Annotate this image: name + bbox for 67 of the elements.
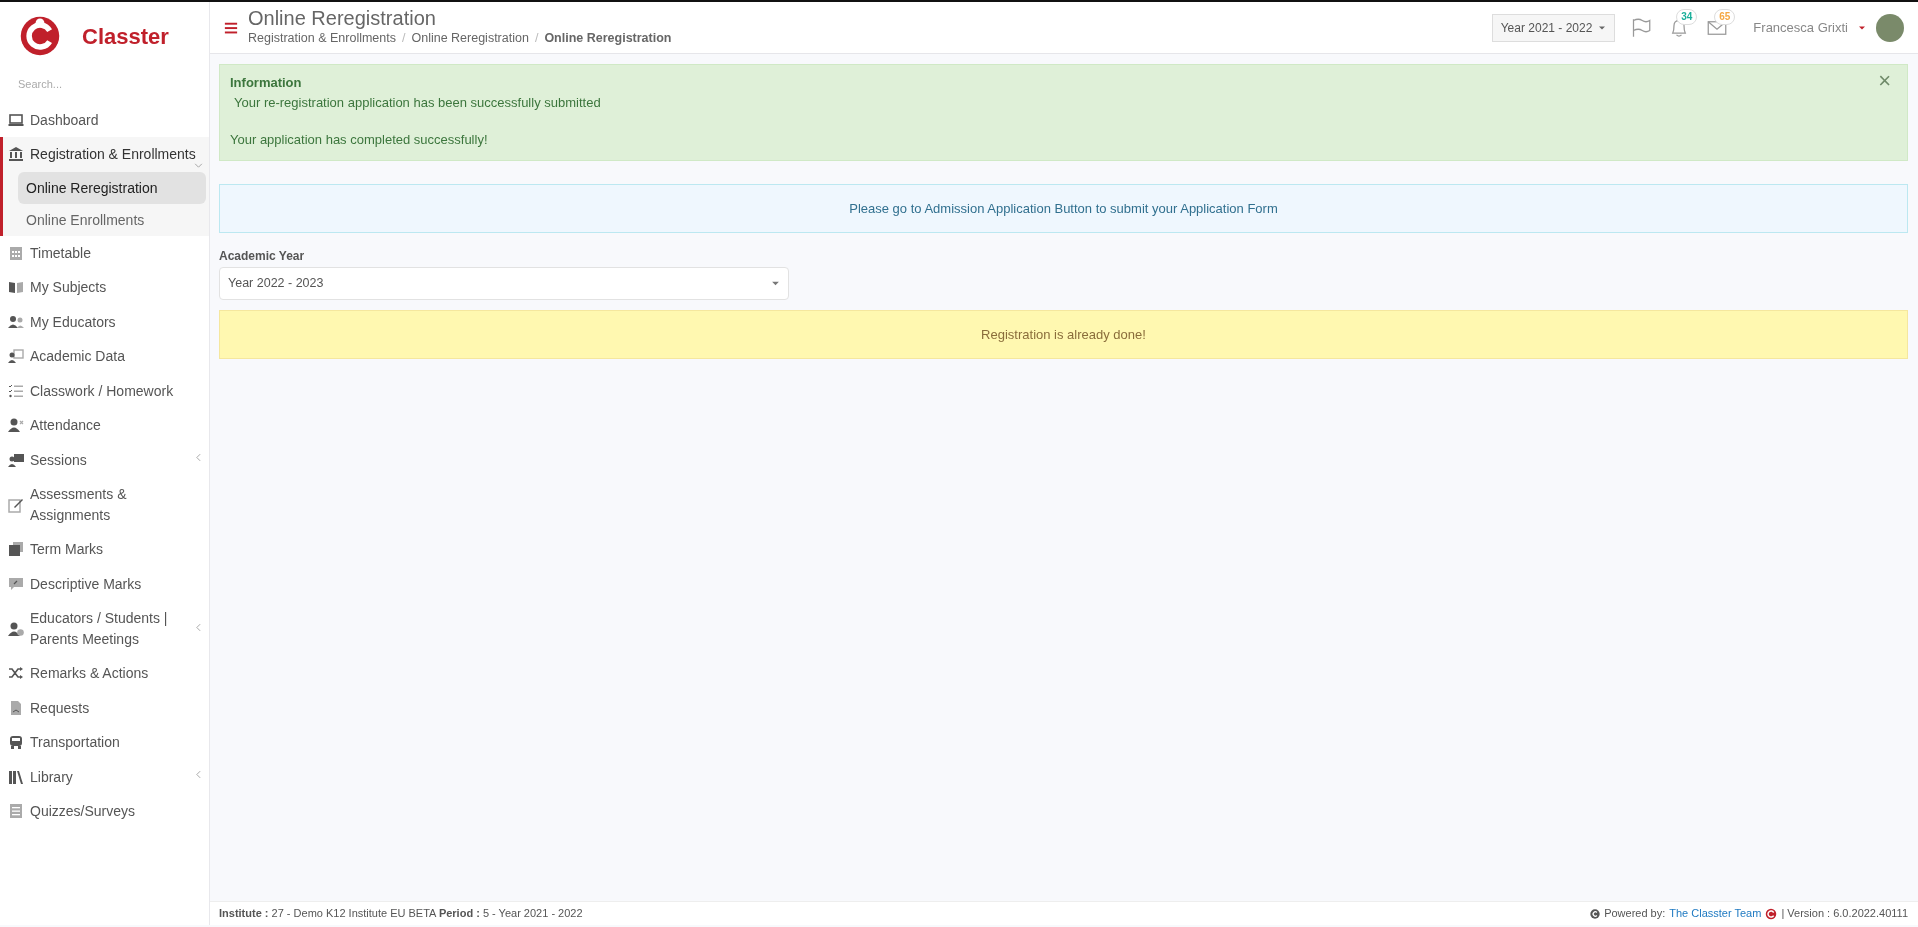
- person-icon: [8, 417, 24, 434]
- alert-title: Information: [230, 75, 302, 90]
- checklist-icon: [8, 382, 24, 399]
- sidebar-item[interactable]: Transportation: [0, 725, 209, 760]
- search-field[interactable]: Search...: [0, 60, 209, 103]
- sidebar-item[interactable]: Attendance: [0, 408, 209, 443]
- presentation-icon: [8, 451, 24, 468]
- sidebar-item[interactable]: Quizzes/Surveys: [0, 794, 209, 829]
- list-icon: [8, 803, 24, 820]
- presentation-icon: [8, 348, 24, 365]
- breadcrumb-item[interactable]: Registration & Enrollments: [248, 29, 396, 48]
- sidebar-item[interactable]: Requests: [0, 690, 209, 725]
- brand-name: Classter: [82, 22, 169, 51]
- book-icon: [8, 279, 24, 296]
- sidebar-item[interactable]: Assessments & Assignments: [0, 477, 209, 532]
- logo-icon: [18, 14, 62, 58]
- sidebar-item[interactable]: Classwork / Homework: [0, 373, 209, 408]
- sidebar-item[interactable]: Dashboard: [0, 102, 209, 137]
- notification-count: 34: [1676, 9, 1698, 26]
- sidebar-item[interactable]: My Subjects: [0, 270, 209, 305]
- notification-count: 65: [1714, 9, 1736, 26]
- pencil-square-icon: [8, 496, 24, 513]
- year-selector[interactable]: Year 2021 - 2022: [1491, 13, 1616, 42]
- sidebar-item[interactable]: Educators / Students | Parents Meetings: [0, 601, 209, 656]
- document-icon: [8, 699, 24, 716]
- powered-by-text: Powered by:: [1604, 906, 1666, 922]
- breadcrumb-separator: /: [402, 30, 406, 48]
- copyright-icon: [1590, 908, 1601, 919]
- team-link[interactable]: The Classter Team: [1669, 905, 1762, 922]
- alert-message: Your re-registration application has been successfully submitted: [234, 94, 601, 110]
- sidebar-item[interactable]: Descriptive Marks: [0, 566, 209, 601]
- sidebar-item[interactable]: My Educators: [0, 304, 209, 339]
- breadcrumb-separator: /: [534, 30, 539, 48]
- sidebar-item[interactable]: Registration & Enrollments: [3, 137, 209, 172]
- footer-info: Institute : 27 - Demo K12 Institute EU BETA Period : 5 - Year 2021 - 2022: [219, 906, 583, 922]
- books-icon: [8, 768, 24, 785]
- academic-year-select[interactable]: Year 2022 - 2023: [219, 267, 789, 300]
- version-text: | Version : 6.0.2022.40111: [1781, 906, 1908, 922]
- laptop-icon: [8, 111, 24, 128]
- info-alert: Please go to Admission Application Button to submit your Application Form: [219, 183, 1908, 233]
- breadcrumb-item: Online Reregistration: [544, 30, 672, 48]
- people-icon: [8, 313, 24, 330]
- submenu-item[interactable]: Online Reregistration: [18, 171, 206, 204]
- breadcrumb-item[interactable]: Online Reregistration: [411, 29, 529, 48]
- sidebar-item[interactable]: Term Marks: [0, 532, 209, 567]
- submenu-item[interactable]: Online Enrollments: [18, 203, 206, 236]
- menu-icon: [224, 20, 238, 35]
- sidebar-item[interactable]: Sessions: [0, 442, 209, 477]
- bus-icon: [8, 734, 24, 751]
- calendar-icon: [8, 244, 24, 261]
- user-name[interactable]: Francesca Grixti: [1753, 17, 1848, 38]
- avatar[interactable]: [1876, 13, 1904, 42]
- sidebar-item[interactable]: Academic Data: [0, 339, 209, 374]
- page-title: Online Reregistration: [248, 7, 437, 30]
- logo-icon: [1765, 907, 1778, 920]
- shuffle-icon: [8, 665, 24, 682]
- person-clock-icon: [8, 620, 24, 637]
- warning-alert: Registration is already done!: [219, 309, 1908, 360]
- bank-icon: [8, 146, 24, 163]
- flag-icon[interactable]: [1631, 17, 1652, 38]
- sidebar-item[interactable]: Remarks & Actions: [0, 656, 209, 691]
- sidebar-item[interactable]: Library: [0, 759, 209, 794]
- folders-icon: [8, 541, 24, 558]
- sidebar-item[interactable]: Timetable: [0, 235, 209, 270]
- alert-message: Your application has completed successfully!: [230, 132, 488, 147]
- field-label: Academic Year: [219, 248, 306, 265]
- comment-icon: [8, 575, 24, 592]
